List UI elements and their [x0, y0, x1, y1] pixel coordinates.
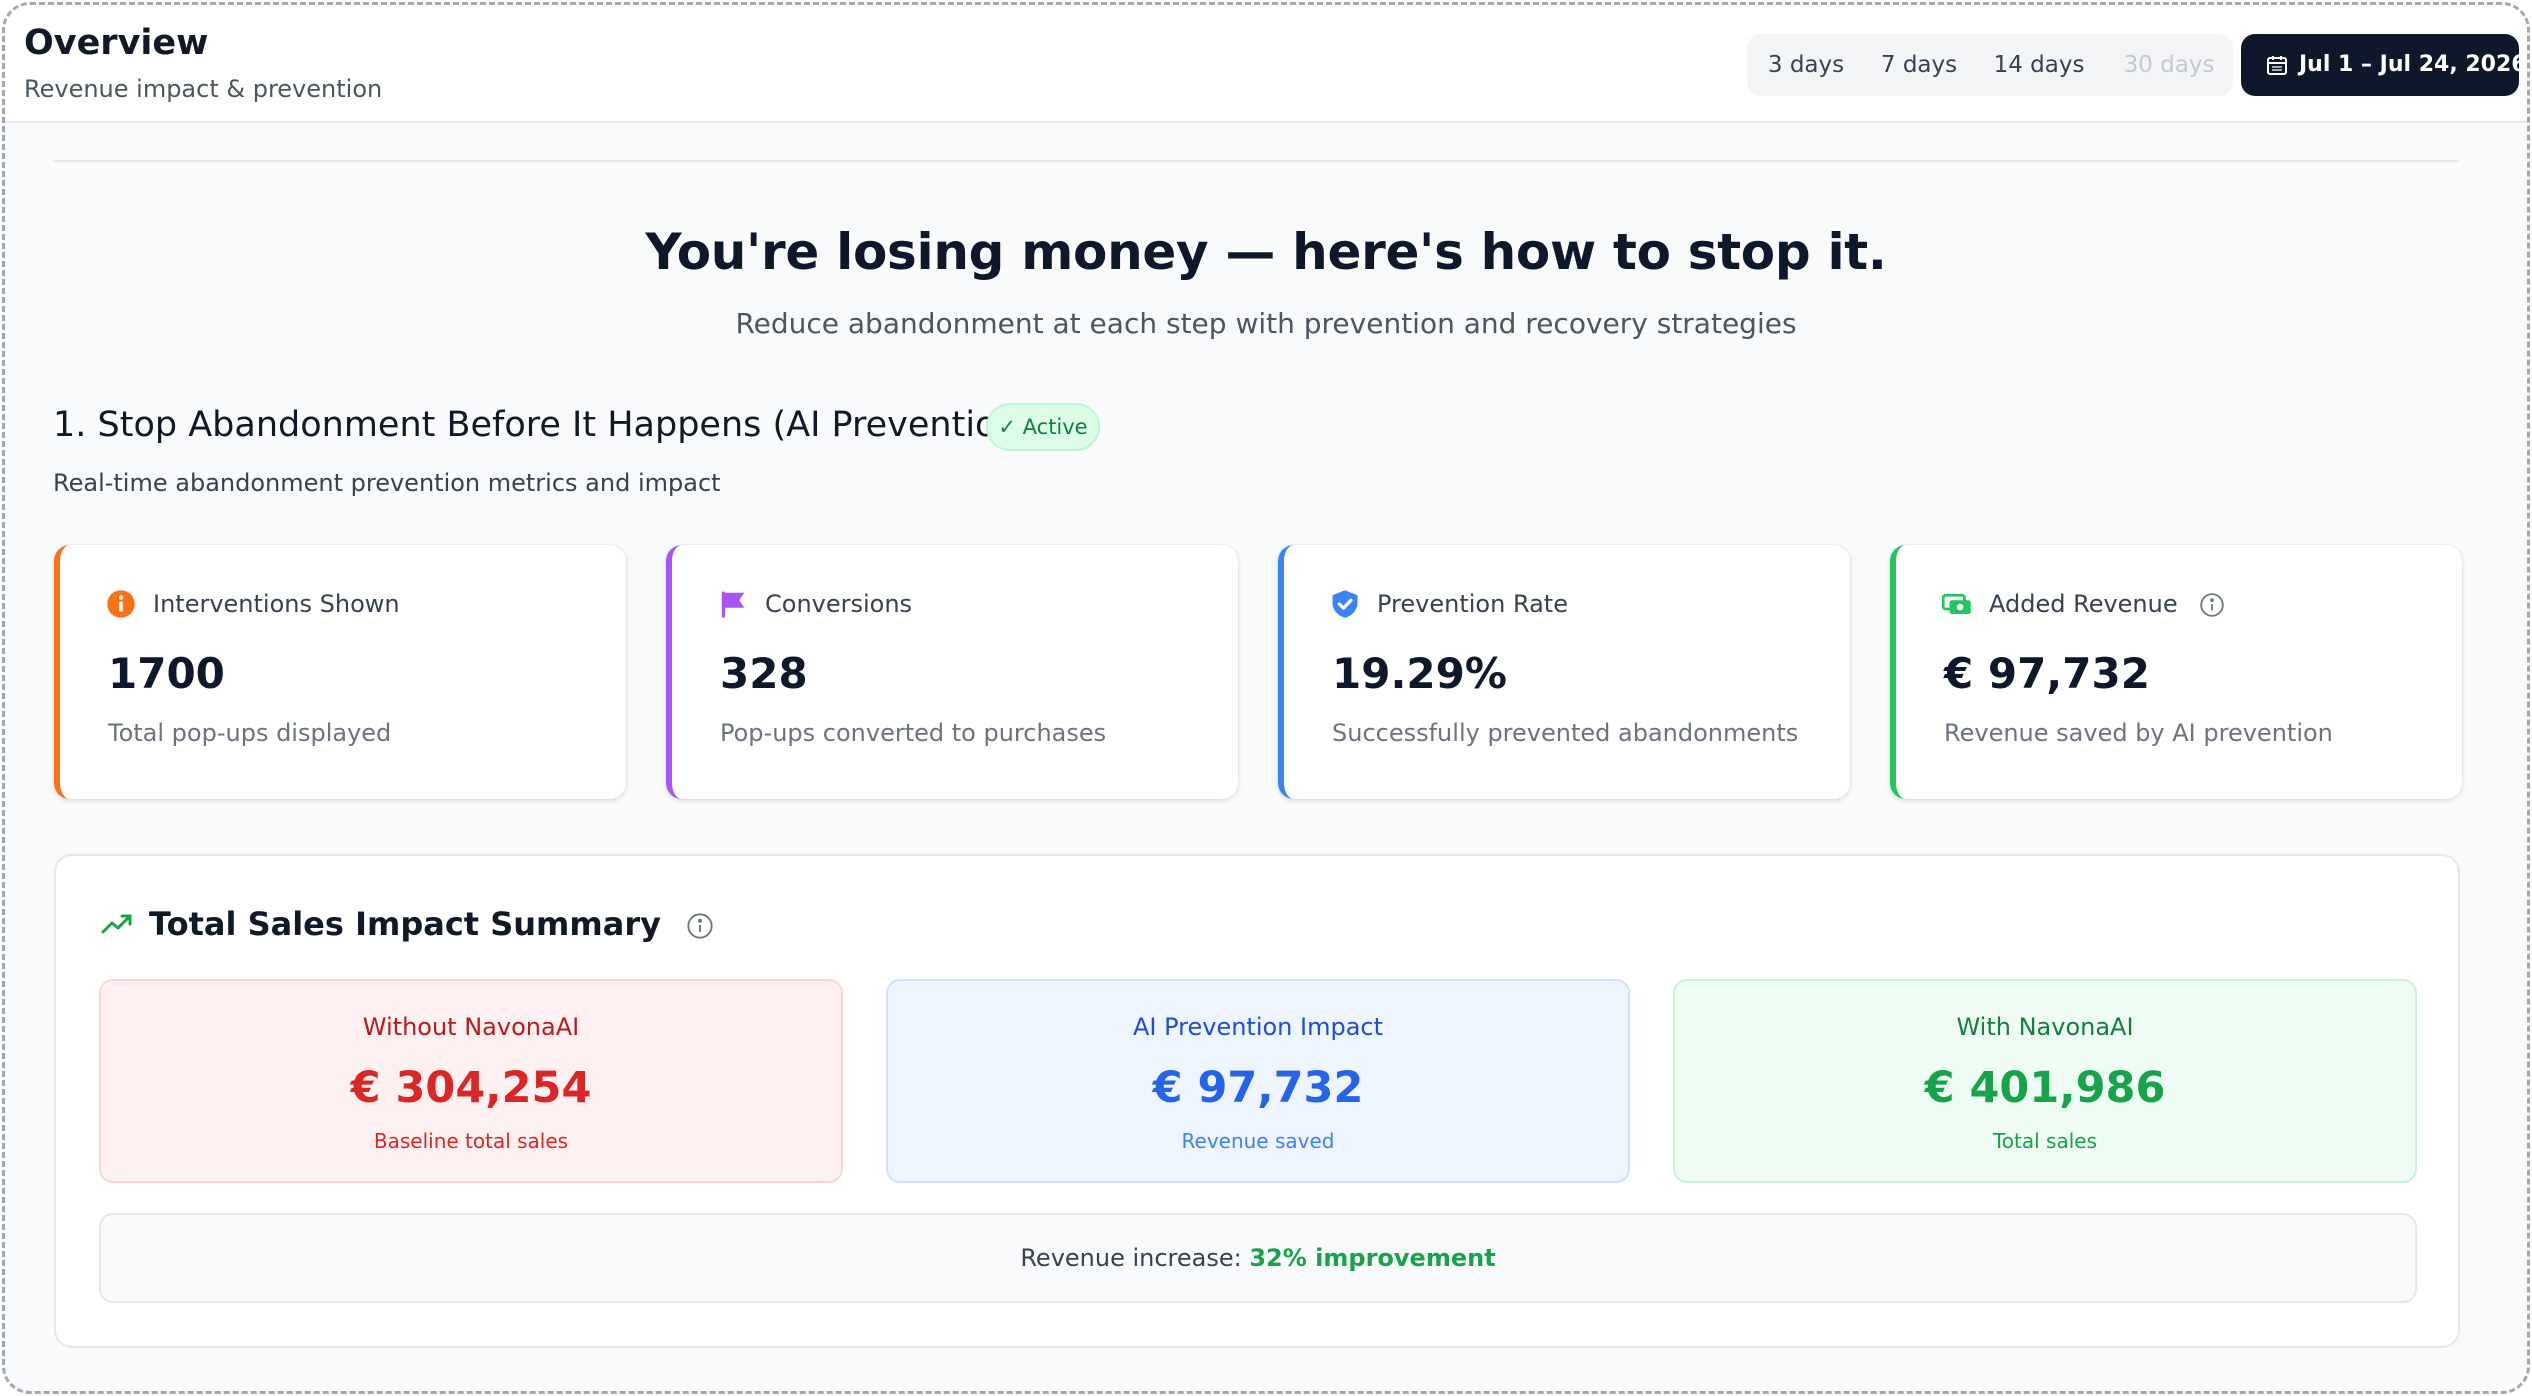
- divider: [53, 160, 2459, 162]
- metric-caption: Total pop-ups displayed: [108, 719, 392, 747]
- metric-value: 1700: [108, 649, 225, 698]
- info-icon[interactable]: [686, 912, 714, 940]
- metric-caption: Revenue saved by AI prevention: [1944, 719, 2333, 747]
- ai-prevention-impact-box: AI Prevention Impact € 97,732 Revenue sa…: [886, 979, 1630, 1183]
- app-frame: Overview Revenue impact & prevention 3 d…: [2, 2, 2530, 1394]
- increase-value: 32% improvement: [1249, 1244, 1496, 1272]
- range-30-days-button[interactable]: 30 days: [2105, 34, 2233, 96]
- shield-check-icon: [1332, 590, 1358, 618]
- date-range-button[interactable]: Jul 1 – Jul 24, 2026: [2241, 34, 2527, 96]
- hero-subtitle: Reduce abandonment at each step with pre…: [735, 307, 1797, 340]
- summary-title-text: Total Sales Impact Summary: [149, 905, 661, 943]
- box-title: With NavonaAI: [1956, 1013, 2134, 1041]
- summary-title: Total Sales Impact Summary: [149, 904, 714, 944]
- box-caption: Total sales: [1992, 1129, 2098, 1153]
- range-7-days-button[interactable]: 7 days: [1865, 34, 1973, 96]
- range-3-days-button[interactable]: 3 days: [1747, 34, 1865, 96]
- page-title: Overview: [24, 23, 209, 63]
- box-caption: Baseline total sales: [373, 1129, 569, 1153]
- metric-card-conversions: Conversions 328 Pop-ups converted to pur…: [666, 545, 1238, 799]
- metric-value: 19.29%: [1332, 649, 1507, 698]
- metric-label-text: Added Revenue: [1989, 590, 2178, 618]
- box-value: € 97,732: [1152, 1063, 1364, 1113]
- status-badge: ✓ Active: [986, 403, 1100, 451]
- metric-value: 328: [720, 649, 808, 698]
- metric-caption: Successfully prevented abandonments: [1332, 719, 1799, 747]
- box-title: Without NavonaAI: [362, 1013, 580, 1041]
- without-navona-box: Without NavonaAI € 304,254 Baseline tota…: [99, 979, 843, 1183]
- metric-value: € 97,732: [1944, 649, 2150, 698]
- info-icon[interactable]: [2199, 592, 2225, 618]
- page-subtitle: Revenue impact & prevention: [24, 75, 383, 103]
- trending-up-icon: [101, 914, 132, 934]
- hero-title: You're losing money — here's how to stop…: [645, 223, 1887, 281]
- flag-icon: [721, 591, 745, 618]
- date-range-label: Jul 1 – Jul 24, 2026: [2299, 52, 2527, 77]
- metric-label: Conversions: [765, 590, 913, 618]
- metric-card-interventions: Interventions Shown 1700 Total pop-ups d…: [54, 545, 626, 799]
- metric-label: Added Revenue: [1989, 589, 2225, 619]
- metric-card-added-revenue: Added Revenue € 97,732 Revenue saved by …: [1890, 545, 2462, 799]
- range-selector: 3 days 7 days 14 days 30 days: [1747, 34, 2233, 96]
- metric-card-prevention-rate: Prevention Rate 19.29% Successfully prev…: [1278, 545, 1850, 799]
- metric-caption: Pop-ups converted to purchases: [720, 719, 1107, 747]
- box-caption: Revenue saved: [1181, 1129, 1335, 1153]
- box-value: € 304,254: [350, 1063, 592, 1113]
- box-value: € 401,986: [1924, 1063, 2166, 1113]
- section-description: Real-time abandonment prevention metrics…: [53, 469, 721, 497]
- box-title: AI Prevention Impact: [1132, 1013, 1384, 1041]
- with-navona-box: With NavonaAI € 401,986 Total sales: [1673, 979, 2417, 1183]
- calendar-icon: [2267, 56, 2287, 75]
- top-bar: Overview Revenue impact & prevention 3 d…: [5, 5, 2527, 123]
- section-title: 1. Stop Abandonment Before It Happens (A…: [53, 405, 1033, 445]
- money-icon: [1942, 593, 1971, 614]
- revenue-increase-bar: Revenue increase: 32% improvement: [99, 1213, 2417, 1303]
- range-14-days-button[interactable]: 14 days: [1973, 34, 2105, 96]
- metric-label: Prevention Rate: [1377, 590, 1568, 618]
- metric-label: Interventions Shown: [153, 590, 400, 618]
- info-circle-icon: [107, 590, 135, 618]
- increase-label: Revenue increase:: [1020, 1244, 1242, 1272]
